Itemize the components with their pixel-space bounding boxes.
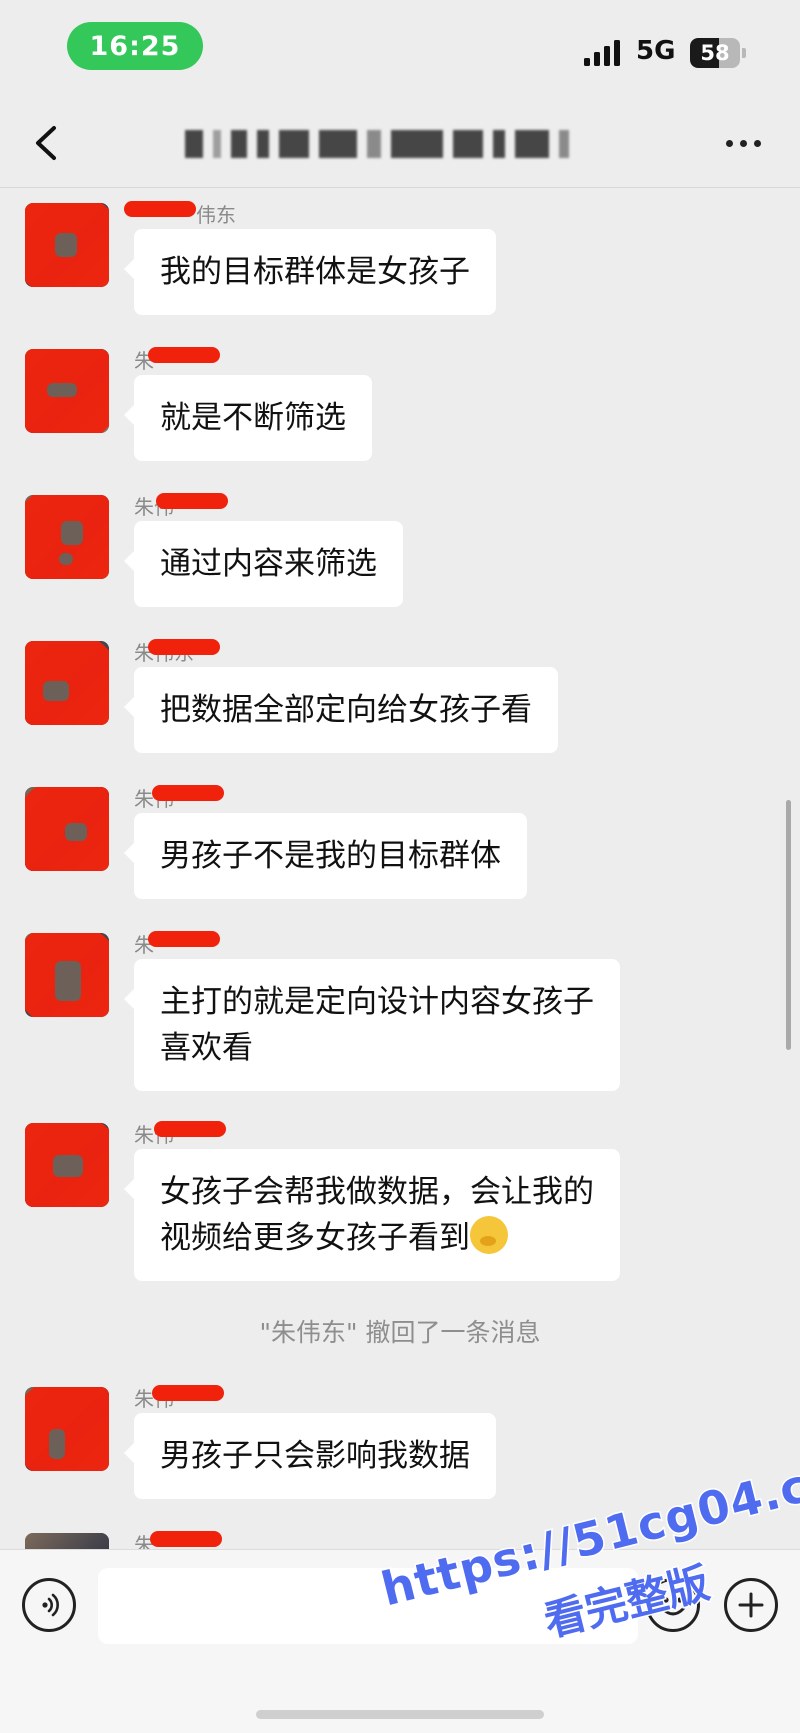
message-text: 就是不断筛选 bbox=[160, 400, 346, 436]
message-bubble[interactable]: 就是不断筛选 bbox=[124, 375, 372, 461]
message-bubble[interactable]: 女孩子会帮我做数据，会让我的 视频给更多女孩子看到 bbox=[124, 1149, 620, 1281]
message-bubble[interactable]: 通过内容来筛选 bbox=[124, 521, 403, 607]
message-bubble[interactable]: 主打的就是定向设计内容女孩子 喜欢看 bbox=[124, 959, 620, 1091]
avatar[interactable] bbox=[25, 349, 109, 433]
avatar[interactable] bbox=[25, 203, 109, 287]
chat-title-redacted bbox=[185, 126, 645, 162]
sender-name: 朱 bbox=[134, 929, 220, 957]
network-label: 5G bbox=[636, 36, 676, 66]
avatar[interactable] bbox=[25, 1533, 109, 1549]
message-text: 把数据全部定向给女孩子看 bbox=[160, 692, 532, 728]
message-bubble[interactable]: 把数据全部定向给女孩子看 bbox=[124, 667, 558, 753]
emoji-button[interactable] bbox=[646, 1578, 700, 1632]
avatar[interactable] bbox=[25, 495, 109, 579]
message-text-line: 女孩子会帮我做数据，会让我的 bbox=[160, 1174, 594, 1210]
thinking-face-emoji bbox=[470, 1216, 508, 1254]
status-bar: 16:25 5G 58 bbox=[0, 0, 800, 100]
message-bubble[interactable]: 我的目标群体是女孩子 bbox=[124, 229, 496, 315]
scrollbar[interactable] bbox=[786, 800, 791, 1050]
avatar[interactable] bbox=[25, 641, 109, 725]
chevron-left-icon bbox=[36, 126, 56, 160]
message-text: 男孩子只会影响我数据 bbox=[160, 1438, 470, 1474]
sender-name: 朱伟 bbox=[134, 491, 228, 519]
sender-name: 朱 bbox=[134, 1529, 222, 1549]
chat-header bbox=[0, 100, 800, 188]
emoji-icon bbox=[661, 1597, 685, 1616]
more-dots-icon bbox=[725, 139, 733, 147]
voice-icon bbox=[42, 1593, 59, 1617]
battery-icon: 58 bbox=[690, 38, 746, 68]
avatar[interactable] bbox=[25, 787, 109, 871]
sender-name: 伟东 bbox=[124, 199, 236, 227]
back-button[interactable] bbox=[26, 118, 70, 168]
sender-name: 朱伟 bbox=[134, 1119, 226, 1147]
sender-name: 朱伟东 bbox=[134, 637, 220, 665]
sender-name: 朱伟 bbox=[134, 783, 224, 811]
recall-notice: "朱伟东" 撤回了一条消息 bbox=[259, 1318, 541, 1347]
message-text-line: 主打的就是定向设计内容女孩子 bbox=[160, 984, 594, 1020]
sender-name: 朱 bbox=[134, 345, 220, 373]
message-text: 我的目标群体是女孩子 bbox=[160, 254, 470, 290]
message-list[interactable]: 伟东 我的目标群体是女孩子 朱 就是不断筛选 朱伟 通过内容来筛选 把数据全部定… bbox=[0, 189, 800, 1549]
voice-button[interactable] bbox=[22, 1578, 76, 1632]
message-text-line: 视频给更多女孩子看到 bbox=[160, 1220, 470, 1256]
signal-icon bbox=[584, 40, 620, 66]
message-bubble[interactable]: 男孩子不是我的目标群体 bbox=[124, 813, 527, 899]
avatar[interactable] bbox=[25, 1387, 109, 1471]
message-text-line: 喜欢看 bbox=[160, 1030, 253, 1066]
input-bar bbox=[0, 1549, 800, 1733]
battery-level: 58 bbox=[700, 41, 730, 65]
avatar[interactable] bbox=[25, 1123, 109, 1207]
avatar[interactable] bbox=[25, 933, 109, 1017]
message-bubble[interactable]: 男孩子只会影响我数据 bbox=[124, 1413, 496, 1499]
plus-icon bbox=[738, 1592, 764, 1618]
message-text: 男孩子不是我的目标群体 bbox=[160, 838, 501, 874]
more-button[interactable] bbox=[718, 118, 768, 168]
status-time: 16:25 bbox=[67, 22, 203, 70]
message-input[interactable] bbox=[98, 1568, 638, 1644]
message-text: 通过内容来筛选 bbox=[160, 546, 377, 582]
plus-button[interactable] bbox=[724, 1578, 778, 1632]
home-indicator[interactable] bbox=[256, 1710, 544, 1719]
sender-name: 朱伟 bbox=[134, 1383, 224, 1411]
